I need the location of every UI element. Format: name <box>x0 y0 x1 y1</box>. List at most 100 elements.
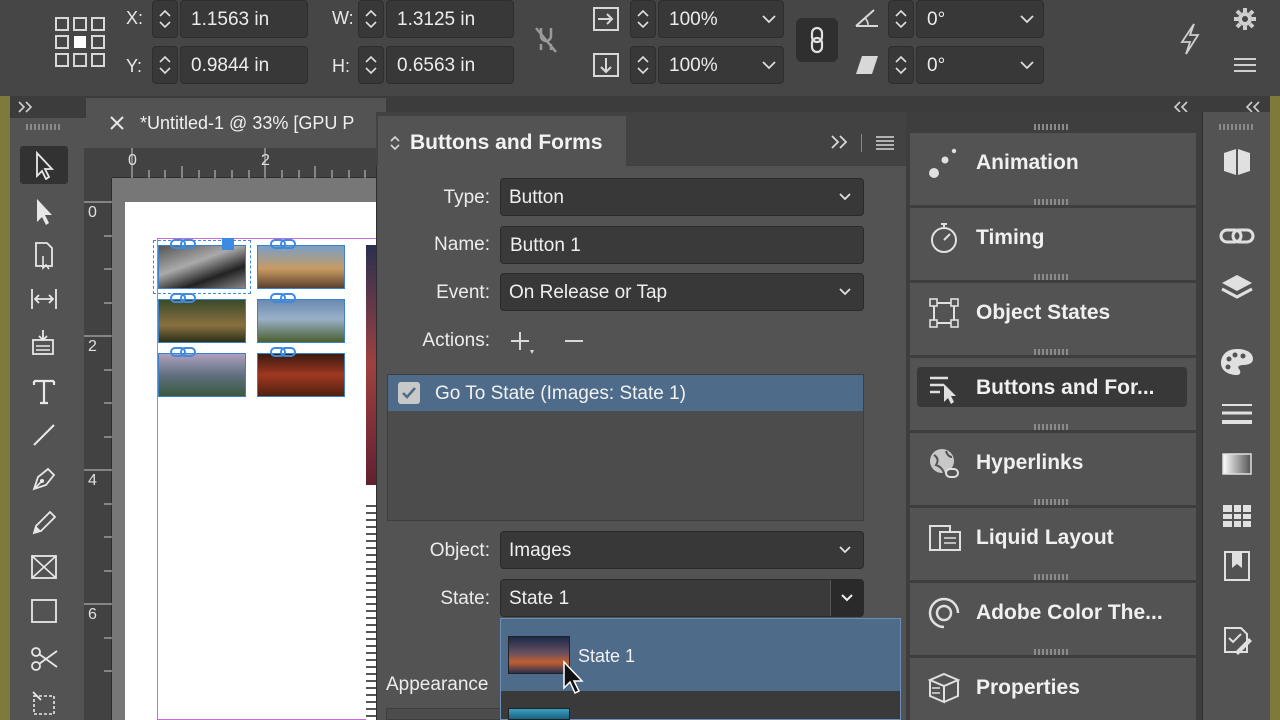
stroke-icon[interactable] <box>1212 394 1262 434</box>
gear-icon[interactable] <box>1232 6 1258 32</box>
shear-dropdown-icon[interactable] <box>1010 46 1044 84</box>
ruler-origin[interactable] <box>84 148 112 178</box>
shear-spinner[interactable] <box>888 46 914 84</box>
x-spinner[interactable] <box>152 0 178 38</box>
toolbar-grip[interactable] <box>26 124 62 130</box>
panel-title: Buttons and Forms <box>410 131 603 154</box>
panel-collapse-icon[interactable] <box>828 132 852 152</box>
panel-menu-icon[interactable] <box>874 134 896 152</box>
shear-icon <box>854 54 880 76</box>
state-dropdown-button[interactable] <box>830 580 863 616</box>
reference-point-icon[interactable] <box>52 14 108 70</box>
rectangle-tool-icon[interactable] <box>20 592 68 630</box>
dock-grip[interactable] <box>1034 499 1070 505</box>
h-field[interactable]: 0.6563 in <box>386 46 514 84</box>
object-states-icon <box>924 293 964 333</box>
dock-grip[interactable] <box>1034 274 1070 280</box>
h-spinner[interactable] <box>358 46 384 84</box>
rotation-icon <box>854 6 880 28</box>
selection-tool-icon[interactable] <box>20 146 68 184</box>
dock-label-liquid-layout: Liquid Layout <box>976 526 1114 549</box>
image-frame-partial[interactable] <box>366 245 376 485</box>
close-tab-icon[interactable] <box>108 114 126 132</box>
add-action-icon[interactable] <box>506 328 534 356</box>
gradient-icon[interactable] <box>1212 444 1262 484</box>
actions-label: Actions: <box>422 330 490 351</box>
gap-tool-icon[interactable] <box>20 280 68 318</box>
links-icon[interactable] <box>1212 216 1262 256</box>
scripts-icon[interactable] <box>1212 620 1262 660</box>
bookmarks-icon[interactable] <box>1212 546 1262 586</box>
w-spinner[interactable] <box>358 0 384 38</box>
action-checkbox[interactable] <box>398 382 420 404</box>
scale-x-icon <box>592 6 620 32</box>
y-spinner[interactable] <box>152 46 178 84</box>
lightning-icon[interactable] <box>1176 22 1204 56</box>
pen-tool-icon[interactable] <box>20 460 68 498</box>
rotation-spinner[interactable] <box>888 0 914 38</box>
object-select[interactable]: Images <box>500 531 864 569</box>
layers-icon[interactable] <box>1212 268 1262 308</box>
name-field[interactable]: Button 1 <box>500 226 864 264</box>
strip-grip[interactable] <box>1219 124 1255 130</box>
rotation-dropdown-icon[interactable] <box>1010 0 1044 38</box>
scale-x-dropdown-icon[interactable] <box>752 0 786 38</box>
horizontal-ruler[interactable]: 0 2 <box>112 148 382 178</box>
scale-x-spinner[interactable] <box>630 0 656 38</box>
scissors-tool-icon[interactable] <box>20 640 68 678</box>
expand-toolbar-icon[interactable] <box>16 98 36 116</box>
link-badge-icon <box>270 346 296 358</box>
vertical-ruler[interactable]: 0 2 4 6 <box>84 178 112 720</box>
chevron-down-icon <box>839 546 851 554</box>
image-frame-chapel[interactable] <box>257 299 345 343</box>
link-scale-icon[interactable] <box>796 18 838 62</box>
image-frame-mushroom-red[interactable] <box>257 353 345 397</box>
appearance-section-label: Appearance <box>386 674 489 695</box>
line-tool-icon[interactable] <box>20 416 68 454</box>
constrain-proportions-icon[interactable] <box>532 24 560 54</box>
object-label: Object: <box>429 540 490 561</box>
link-badge-icon <box>170 238 196 250</box>
dock-grip[interactable] <box>1034 124 1070 130</box>
dock-grip[interactable] <box>1034 424 1070 430</box>
dock-grip[interactable] <box>1034 199 1070 205</box>
menu-icon[interactable] <box>1232 56 1258 74</box>
hyperlinks-icon <box>924 443 964 483</box>
document-tab-title: *Untitled-1 @ 33% [GPU P <box>140 113 355 133</box>
link-badge-icon <box>270 292 296 304</box>
type-select[interactable]: Button <box>500 178 864 216</box>
y-field[interactable]: 0.9844 in <box>180 46 308 84</box>
pages-icon[interactable] <box>1212 142 1262 182</box>
selection-handle[interactable] <box>222 238 234 250</box>
dock-grip[interactable] <box>1034 349 1070 355</box>
direct-selection-tool-icon[interactable] <box>20 192 68 230</box>
remove-action-icon[interactable] <box>560 328 588 356</box>
w-field[interactable]: 1.3125 in <box>386 0 514 38</box>
ruler-v-label-0: 0 <box>88 204 97 221</box>
adobe-color-icon <box>924 593 964 633</box>
dock-grip[interactable] <box>1034 574 1070 580</box>
dock-grip[interactable] <box>1034 649 1070 655</box>
image-frame-lake[interactable] <box>158 353 246 397</box>
page-tool-icon[interactable] <box>20 236 68 274</box>
swatches-icon[interactable] <box>1212 342 1262 382</box>
image-frame-mushrooms[interactable] <box>158 299 246 343</box>
state-select[interactable]: State 1 <box>500 579 864 617</box>
frame-tool-icon[interactable] <box>20 548 68 586</box>
panel-tab-toggle-icon[interactable] <box>388 134 402 152</box>
image-frame-road[interactable] <box>257 245 345 289</box>
text-frame-partial[interactable] <box>366 505 376 720</box>
scale-y-spinner[interactable] <box>630 46 656 84</box>
appearance-list[interactable] <box>386 708 506 720</box>
type-tool-icon[interactable] <box>20 372 68 410</box>
table-icon[interactable] <box>1212 496 1262 536</box>
link-badge-icon <box>270 238 296 250</box>
scale-y-dropdown-icon[interactable] <box>752 46 786 84</box>
x-field[interactable]: 1.1563 in <box>180 0 308 38</box>
dock-label-hyperlinks: Hyperlinks <box>976 451 1084 474</box>
free-transform-tool-icon[interactable] <box>20 684 68 720</box>
dock-label-properties: Properties <box>976 676 1080 699</box>
pencil-tool-icon[interactable] <box>20 504 68 542</box>
event-select[interactable]: On Release or Tap <box>500 273 864 311</box>
content-collector-icon[interactable] <box>20 324 68 362</box>
